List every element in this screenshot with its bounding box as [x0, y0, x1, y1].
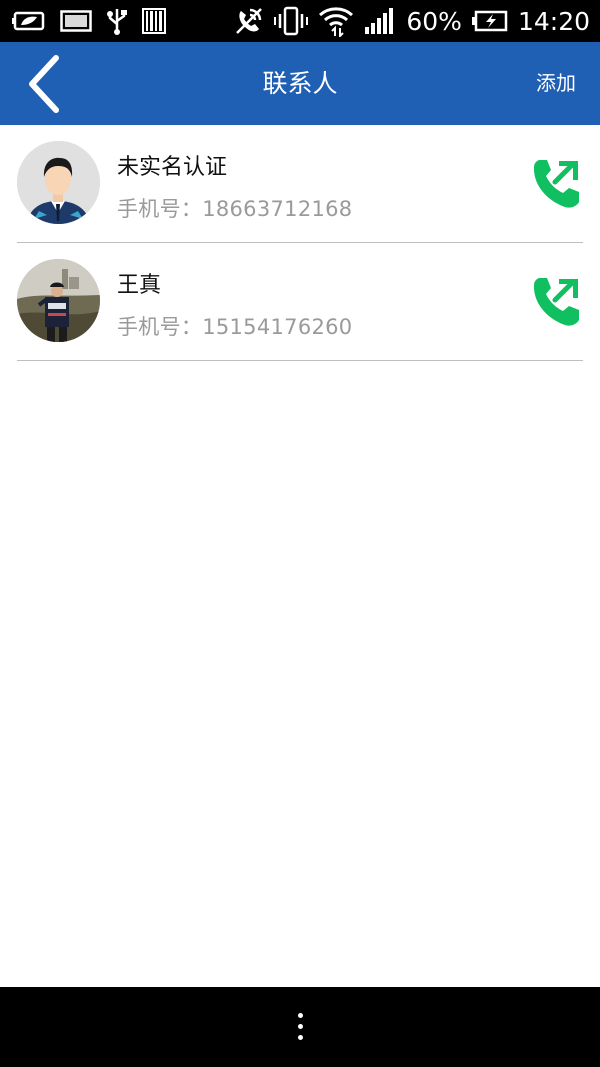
signal-icon: [365, 8, 394, 34]
call-button[interactable]: [531, 157, 583, 209]
contact-name: 未实名认证: [117, 155, 228, 180]
outgoing-call-icon: [533, 278, 579, 326]
contact-list: 未实名认证 手机号：18663712168 王真 手机号：15154176260: [0, 125, 600, 361]
status-bar: 60% 14:20: [0, 0, 600, 42]
phone-label: 手机号：: [117, 197, 203, 221]
system-nav-bar: [0, 987, 600, 1067]
call-button[interactable]: [531, 275, 583, 327]
image-icon: [60, 10, 92, 32]
charging-battery-icon: [471, 10, 508, 32]
status-right-icons: 60% 14:20: [234, 4, 590, 38]
no-call-icon: [236, 8, 263, 34]
phone-number: 15154176260: [202, 315, 353, 339]
contact-phone: 手机号：18663712168: [117, 193, 352, 223]
avatar: [17, 141, 100, 224]
contact-phone: 手机号：15154176260: [117, 311, 352, 341]
list-item[interactable]: 未实名认证 手机号：18663712168: [17, 125, 583, 243]
battery-percent: 60%: [406, 6, 462, 36]
app-bar: 联系人 添加: [0, 42, 600, 125]
clock: 14:20: [517, 6, 590, 36]
add-button[interactable]: 添加: [536, 42, 576, 125]
phone-label: 手机号：: [117, 315, 203, 339]
vibrate-icon: [274, 6, 309, 36]
wifi-icon: [319, 7, 354, 37]
list-item[interactable]: 王真 手机号：15154176260: [17, 243, 583, 361]
page-title: 联系人: [262, 69, 338, 98]
status-left-icons: [12, 6, 166, 36]
phone-number: 18663712168: [202, 197, 353, 221]
overflow-menu-icon[interactable]: [296, 1013, 304, 1043]
outgoing-call-icon: [533, 160, 579, 208]
avatar: [17, 259, 100, 342]
battery-saver-icon: [12, 11, 45, 31]
default-person-avatar-icon: [17, 141, 100, 224]
usb-icon: [107, 9, 127, 35]
contact-name: 王真: [117, 273, 162, 298]
barcode-icon: [142, 8, 166, 34]
photo-avatar-icon: [17, 259, 100, 342]
